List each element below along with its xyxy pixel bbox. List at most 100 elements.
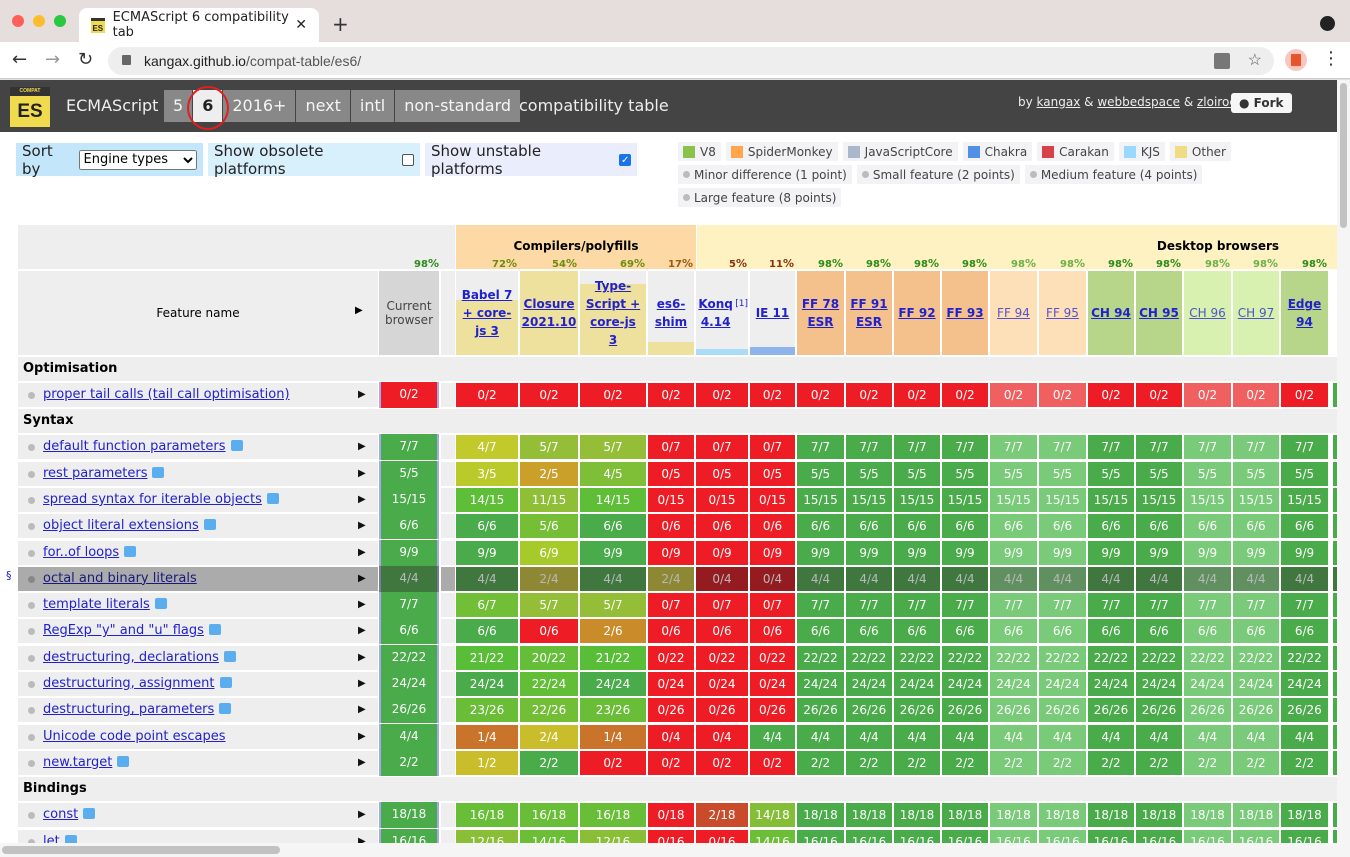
- version-tab[interactable]: next: [296, 90, 350, 122]
- sort-select[interactable]: Engine types: [78, 149, 197, 170]
- bookmark-star-icon[interactable]: ☆: [1248, 50, 1262, 70]
- expand-all-icon[interactable]: ▶: [355, 305, 363, 316]
- platform-link[interactable]: Type-Script + core-js 3: [584, 277, 642, 349]
- annotation-icon[interactable]: [266, 492, 279, 504]
- expand-row-icon[interactable]: ▶: [358, 462, 366, 486]
- expand-row-icon[interactable]: ▶: [358, 541, 366, 565]
- result-cell: 0/7: [750, 593, 795, 618]
- annotation-icon[interactable]: [223, 650, 236, 662]
- annotation-icon[interactable]: [230, 440, 243, 452]
- expand-row-icon[interactable]: ▶: [358, 751, 366, 775]
- platform-link[interactable]: CH 96: [1189, 304, 1226, 322]
- feature-link[interactable]: octal and binary literals: [43, 571, 197, 586]
- expand-row-icon[interactable]: ▶: [358, 435, 366, 459]
- browser-tab[interactable]: ES ECMAScript 6 compatibility tab ✕: [79, 8, 319, 42]
- version-tab[interactable]: non-standard: [395, 90, 521, 122]
- platform-link[interactable]: FF 94: [997, 304, 1030, 322]
- feature-link[interactable]: rest parameters: [43, 466, 147, 481]
- annotation-icon[interactable]: [117, 755, 130, 767]
- expand-row-icon[interactable]: ▶: [358, 567, 366, 591]
- horizontal-scrollbar[interactable]: [0, 843, 1337, 857]
- platform-link[interactable]: CH 97: [1238, 304, 1275, 322]
- annotation-icon[interactable]: [203, 519, 216, 531]
- platform-link[interactable]: FF 93: [946, 304, 983, 322]
- expand-row-icon[interactable]: ▶: [358, 488, 366, 512]
- author-link[interactable]: kangax: [1037, 95, 1081, 109]
- platform-link[interactable]: es6-shim: [648, 295, 694, 331]
- version-tab[interactable]: 6: [187, 86, 230, 130]
- feature-link[interactable]: default function parameters: [43, 439, 226, 454]
- feature-link[interactable]: const: [43, 807, 78, 822]
- feature-link[interactable]: for..of loops: [43, 545, 119, 560]
- feature-link[interactable]: Unicode code point escapes: [43, 729, 226, 744]
- annotation-icon[interactable]: [124, 545, 137, 557]
- expand-row-icon[interactable]: ▶: [358, 514, 366, 538]
- platform-link[interactable]: FF 95: [1046, 304, 1079, 322]
- footnote-link[interactable]: [1]: [735, 299, 748, 309]
- version-tab[interactable]: intl: [350, 90, 395, 122]
- annotation-icon[interactable]: [152, 466, 165, 478]
- feature-link[interactable]: destructuring, declarations: [43, 650, 219, 665]
- feature-link[interactable]: template literals: [43, 597, 150, 612]
- reload-icon[interactable]: ↻: [78, 49, 93, 70]
- feature-row: RegExp "y" and "u" flags ▶ 6/6 6/6 0/6 2/6 0/6…: [18, 618, 1338, 645]
- result-cell: 22/22: [942, 645, 988, 670]
- feature-link[interactable]: destructuring, assignment: [43, 676, 215, 691]
- translate-icon[interactable]: [1214, 53, 1230, 69]
- expand-row-icon[interactable]: ▶: [358, 383, 366, 407]
- result-cell: 6/6: [846, 619, 892, 644]
- version-tab[interactable]: 2016+: [223, 90, 296, 122]
- feature-link[interactable]: destructuring, parameters: [43, 702, 214, 717]
- new-tab-icon[interactable]: +: [332, 12, 349, 36]
- platform-link[interactable]: IE 11: [756, 304, 790, 322]
- compat-es-logo[interactable]: COMPAT ES: [10, 87, 50, 127]
- expand-row-icon[interactable]: ▶: [358, 803, 366, 827]
- expand-row-icon[interactable]: ▶: [358, 698, 366, 722]
- close-tab-icon[interactable]: ✕: [295, 17, 307, 33]
- feature-link[interactable]: spread syntax for iterable objects: [43, 492, 262, 507]
- expand-row-icon[interactable]: ▶: [358, 593, 366, 617]
- annotation-icon[interactable]: [219, 703, 232, 715]
- minimize-window-button[interactable]: [33, 15, 45, 27]
- maximize-window-button[interactable]: [54, 15, 66, 27]
- forward-icon[interactable]: →: [45, 49, 60, 70]
- score-value: 54: [552, 259, 566, 270]
- platform-link[interactable]: Closure 2021.10: [520, 295, 578, 331]
- address-bar[interactable]: kangax.github.io/compat-table/es6/ ☆: [108, 47, 1274, 75]
- author-link[interactable]: webbedspace: [1097, 95, 1180, 109]
- profile-avatar[interactable]: [1285, 49, 1307, 71]
- feature-link[interactable]: RegExp "y" and "u" flags: [43, 623, 204, 638]
- github-fork-button[interactable]: ● Fork: [1231, 93, 1292, 113]
- result-cell: 21/22: [456, 645, 518, 670]
- expand-row-icon[interactable]: ▶: [358, 646, 366, 670]
- annotation-icon[interactable]: [219, 677, 232, 688]
- feature-link[interactable]: proper tail calls (tail call optimisatio…: [43, 387, 290, 402]
- platform-link[interactable]: Konq 4.14: [696, 295, 735, 331]
- platform-link[interactable]: Edge 94: [1281, 295, 1328, 331]
- back-icon[interactable]: ←: [12, 49, 27, 70]
- platform-link[interactable]: Babel 7 + core-js 3: [458, 286, 516, 340]
- obsolete-toggle[interactable]: Show obsolete platforms: [208, 142, 420, 178]
- vertical-scrollbar[interactable]: [1337, 80, 1350, 857]
- platform-link[interactable]: FF 92: [898, 304, 935, 322]
- unstable-checkbox[interactable]: ✓: [619, 153, 631, 166]
- section-anchor-link[interactable]: §: [6, 569, 12, 582]
- feature-link[interactable]: object literal extensions: [43, 518, 199, 533]
- obsolete-checkbox[interactable]: [402, 153, 414, 166]
- annotation-icon[interactable]: [208, 624, 221, 636]
- feature-link[interactable]: new.target: [43, 755, 112, 770]
- platform-link[interactable]: CH 95: [1139, 304, 1179, 322]
- result-cell: 0/6: [750, 514, 795, 539]
- annotation-icon[interactable]: [154, 598, 167, 610]
- annotation-icon[interactable]: [83, 808, 96, 820]
- platform-link[interactable]: FF 78 ESR: [797, 295, 844, 331]
- expand-row-icon[interactable]: ▶: [358, 672, 366, 696]
- unstable-toggle[interactable]: Show unstable platforms ✓: [425, 142, 637, 178]
- platform-link[interactable]: CH 94: [1091, 304, 1131, 322]
- expand-row-icon[interactable]: ▶: [358, 725, 366, 749]
- platform-link[interactable]: FF 91 ESR: [846, 295, 892, 331]
- close-window-button[interactable]: [12, 15, 24, 27]
- expand-row-icon[interactable]: ▶: [358, 619, 366, 643]
- menu-kebab-icon[interactable]: ⋮: [1322, 49, 1340, 69]
- tab-search-icon[interactable]: [1320, 16, 1335, 31]
